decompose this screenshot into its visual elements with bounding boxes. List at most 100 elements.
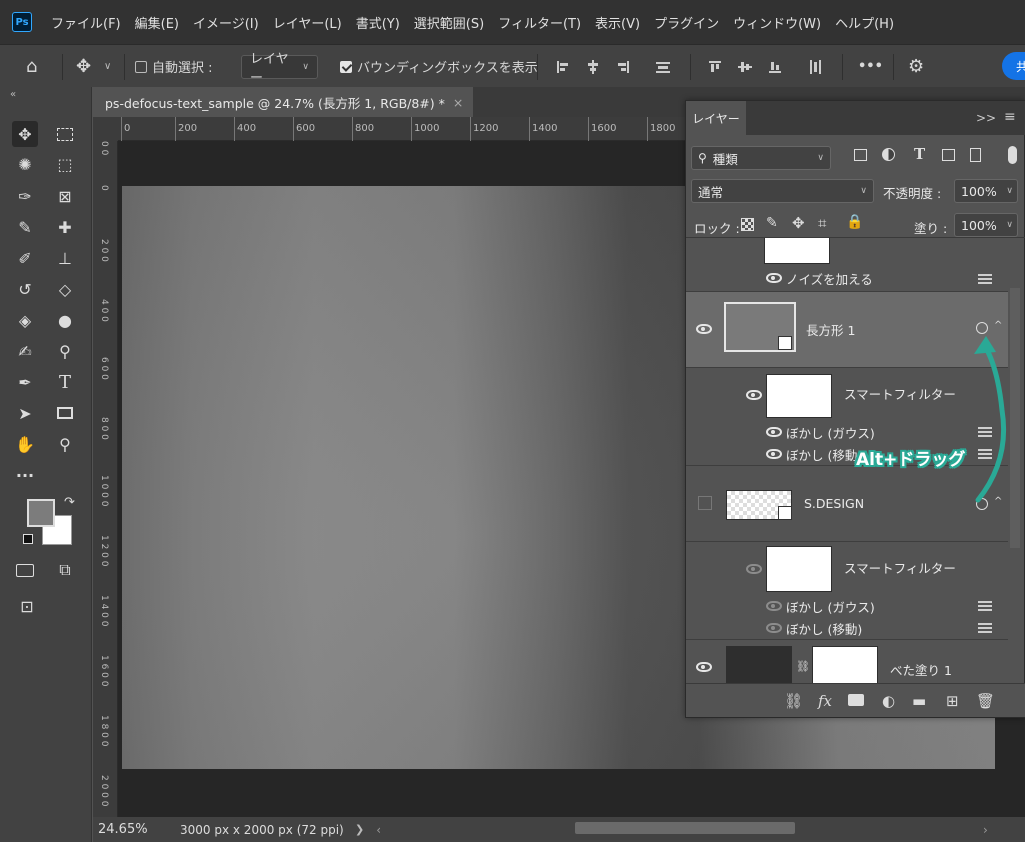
zoom-level[interactable]: 24.65% [98, 822, 170, 837]
eyedropper-tool-icon[interactable]: ✎ [12, 214, 38, 240]
delete-layer-icon[interactable]: 🗑 [976, 692, 995, 710]
swap-colors-icon[interactable]: ↷ [64, 495, 75, 510]
menu-select[interactable]: 選択範囲(S) [407, 13, 491, 32]
layer-filter-dropdown[interactable]: ⚲ 種類 ∨ [691, 146, 831, 170]
history-brush-tool-icon[interactable]: ↺ [12, 276, 38, 302]
filter-toggle-icon[interactable] [1008, 146, 1017, 164]
path-select-tool-icon[interactable]: ➤ [12, 400, 38, 426]
link-icon[interactable]: ⛓ [796, 660, 810, 673]
new-layer-icon[interactable]: ⊞ [946, 692, 959, 710]
dodge-tool-icon[interactable]: ✍ [12, 338, 38, 364]
edit-toolbar-icon[interactable]: ··· [12, 462, 38, 488]
stamp-tool-icon[interactable]: ⊥ [52, 245, 78, 271]
status-menu-icon[interactable]: ❯ [355, 823, 364, 836]
brush-tool-icon[interactable]: ✐ [12, 245, 38, 271]
document-tab[interactable]: ps-defocus-text_sample @ 24.7% (長方形 1, R… [93, 87, 473, 117]
menu-help[interactable]: ヘルプ(H) [828, 13, 901, 32]
fx-icon[interactable]: fx [818, 692, 832, 710]
menu-window[interactable]: ウィンドウ(W) [726, 13, 828, 32]
hand-tool-icon[interactable]: ✋ [12, 431, 38, 457]
align-hcenter-icon[interactable] [586, 60, 600, 74]
menu-edit[interactable]: 編集(E) [128, 13, 186, 32]
blur-tool-icon[interactable]: ● [52, 307, 78, 333]
filter-pixel-icon[interactable] [854, 149, 867, 161]
healing-brush-tool-icon[interactable]: ✚ [52, 214, 78, 240]
eye-icon[interactable] [766, 449, 782, 459]
horizontal-scrollbar[interactable] [575, 822, 795, 834]
auto-select-checkbox[interactable]: 自動選択 : [135, 45, 213, 88]
zoom-tool-icon[interactable]: ⚲ [52, 431, 78, 457]
eye-icon[interactable] [696, 324, 712, 334]
visibility-off-box[interactable] [698, 496, 712, 510]
adjustment-layer-icon[interactable]: ◐ [882, 692, 895, 710]
default-colors-icon[interactable] [23, 534, 33, 544]
filter-shape-icon[interactable] [942, 149, 955, 161]
bounding-box-checkbox[interactable]: バウンディングボックスを表示 [340, 45, 538, 88]
vertical-ruler[interactable]: 0 0 0 2 0 0 4 0 0 6 0 0 8 0 0 1 0 0 0 1 … [93, 141, 118, 817]
filter-row[interactable]: ぼかし (移動) [686, 617, 1008, 639]
paint-bucket-tool-icon[interactable]: ◈ [12, 307, 38, 333]
filter-row[interactable]: ぼかし (ガウス) [686, 595, 1008, 617]
menu-layer[interactable]: レイヤー(L) [266, 13, 349, 32]
eye-icon[interactable] [766, 601, 782, 611]
foreground-color-swatch-front[interactable] [27, 499, 55, 527]
filter-options-icon[interactable] [978, 601, 992, 611]
lock-artboard-icon[interactable]: ⌗ [818, 214, 826, 232]
sponge-tool-icon[interactable]: ⚲ [52, 338, 78, 364]
close-icon[interactable]: × [453, 95, 463, 110]
filter-options-icon[interactable] [978, 274, 992, 284]
fill-field[interactable]: 100% ∨ [954, 213, 1018, 237]
layer-row[interactable]: ⛓ べた塗り 1 [686, 639, 1008, 683]
align-top-icon[interactable] [708, 60, 722, 74]
collapse-panel-icon[interactable]: >> [976, 111, 996, 125]
type-tool-icon[interactable]: T [52, 369, 78, 395]
move-tool-icon[interactable]: ✥ [12, 121, 38, 147]
eye-icon[interactable] [746, 390, 762, 400]
distribute-icon[interactable] [656, 60, 670, 74]
gear-icon[interactable]: ⚙ [908, 45, 924, 88]
eye-icon[interactable] [746, 564, 762, 574]
menu-filter[interactable]: フィルター(T) [491, 13, 588, 32]
menu-type[interactable]: 書式(Y) [349, 13, 407, 32]
lock-transparent-icon[interactable] [741, 218, 754, 231]
marquee-tool-icon[interactable] [52, 121, 78, 147]
frame-tool-icon[interactable]: ⊠ [52, 183, 78, 209]
menu-plugins[interactable]: プラグイン [647, 13, 726, 32]
layer-row[interactable]: ノイズを加える [686, 238, 1008, 288]
lock-image-icon[interactable]: ✎ [766, 215, 778, 231]
tab-layers[interactable]: レイヤー [686, 101, 746, 135]
align-right-icon[interactable] [616, 60, 630, 74]
eraser-tool-icon[interactable]: ◇ [52, 276, 78, 302]
eye-icon[interactable] [696, 662, 712, 672]
filter-adjustment-icon[interactable] [882, 148, 895, 161]
align-left-icon[interactable] [556, 60, 570, 74]
filter-options-icon[interactable] [978, 623, 992, 633]
opacity-field[interactable]: 100% ∨ [954, 179, 1018, 203]
eye-icon[interactable] [766, 427, 782, 437]
blend-mode-dropdown[interactable]: 通常 ∨ [691, 179, 874, 203]
scroll-left-icon[interactable]: ‹ [376, 823, 381, 837]
move-tool-icon[interactable]: ✥ [76, 45, 91, 88]
pen-tool-icon[interactable]: ✒ [12, 369, 38, 395]
tool-preset-chevron-icon[interactable]: ∨ [104, 45, 111, 88]
filter-smart-object-icon[interactable] [970, 148, 981, 162]
add-mask-icon[interactable] [848, 694, 864, 706]
align-bottom-icon[interactable] [768, 60, 782, 74]
object-select-tool-icon[interactable]: ⬚ [52, 151, 78, 177]
eye-icon[interactable] [766, 623, 782, 633]
scroll-right-icon[interactable]: › [983, 823, 988, 837]
lock-position-icon[interactable]: ✥ [792, 214, 805, 232]
eye-icon[interactable] [766, 273, 782, 283]
lasso-tool-icon[interactable]: ✺ [12, 151, 38, 177]
rectangle-tool-icon[interactable] [52, 400, 78, 426]
menu-file[interactable]: ファイル(F) [44, 13, 128, 32]
smart-filter-row[interactable]: スマートフィルター [686, 541, 1008, 595]
distribute-vertical-icon[interactable] [808, 60, 822, 74]
generative-fill-icon[interactable]: ⊡ [14, 593, 40, 619]
new-group-icon[interactable]: ▬ [912, 692, 926, 710]
align-vcenter-icon[interactable] [738, 60, 752, 74]
lock-all-icon[interactable]: 🔒 [846, 214, 863, 230]
quick-mask-icon[interactable] [12, 557, 38, 583]
ruler-origin[interactable] [93, 117, 118, 141]
menu-view[interactable]: 表示(V) [588, 13, 647, 32]
